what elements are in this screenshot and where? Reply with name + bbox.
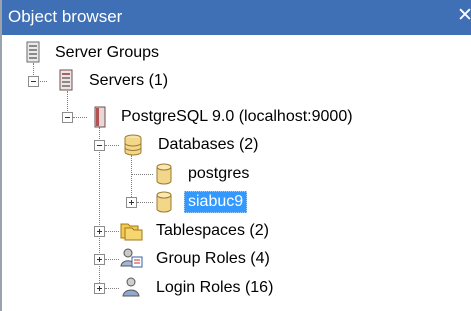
databases-collapse-toggle[interactable] [94, 140, 105, 151]
group-roles-icon [120, 247, 143, 269]
servers-collapse-toggle[interactable] [28, 76, 39, 87]
object-tree: Server Groups Servers (1) PostgreSQL 9.0… [2, 35, 471, 311]
close-icon[interactable]: ✕ [457, 6, 471, 26]
tablespaces-icon [120, 219, 143, 241]
tree-label-db-postgres[interactable]: postgres [188, 164, 249, 184]
object-browser-panel: Object browser ✕ Server Groups Servers (… [0, 0, 471, 311]
login-roles-expand-toggle[interactable] [94, 283, 105, 294]
postgresql-server-icon [90, 106, 110, 128]
siabuc9-expand-toggle[interactable] [126, 197, 137, 208]
tree-label-servers[interactable]: Servers (1) [89, 71, 168, 91]
postgresql-server-collapse-toggle[interactable] [62, 112, 73, 123]
panel-titlebar: Object browser ✕ [2, 0, 471, 35]
login-roles-icon [120, 276, 140, 298]
database-icon [154, 191, 174, 213]
tree-label-login-roles[interactable]: Login Roles (16) [156, 278, 273, 298]
tree-label-db-siabuc9[interactable]: siabuc9 [184, 191, 248, 213]
tree-label-databases[interactable]: Databases (2) [158, 135, 259, 155]
tree-label-tablespaces[interactable]: Tablespaces (2) [156, 221, 269, 241]
panel-title: Object browser [8, 7, 123, 26]
tree-label-server-groups[interactable]: Server Groups [55, 43, 159, 63]
databases-icon [122, 134, 142, 156]
tablespaces-expand-toggle[interactable] [94, 226, 105, 237]
group-roles-expand-toggle[interactable] [94, 254, 105, 265]
tree-label-group-roles[interactable]: Group Roles (4) [156, 249, 270, 269]
tree-label-postgresql-server[interactable]: PostgreSQL 9.0 (localhost:9000) [121, 107, 353, 127]
server-groups-icon [23, 41, 43, 63]
servers-icon [56, 69, 76, 91]
database-icon [154, 163, 174, 185]
